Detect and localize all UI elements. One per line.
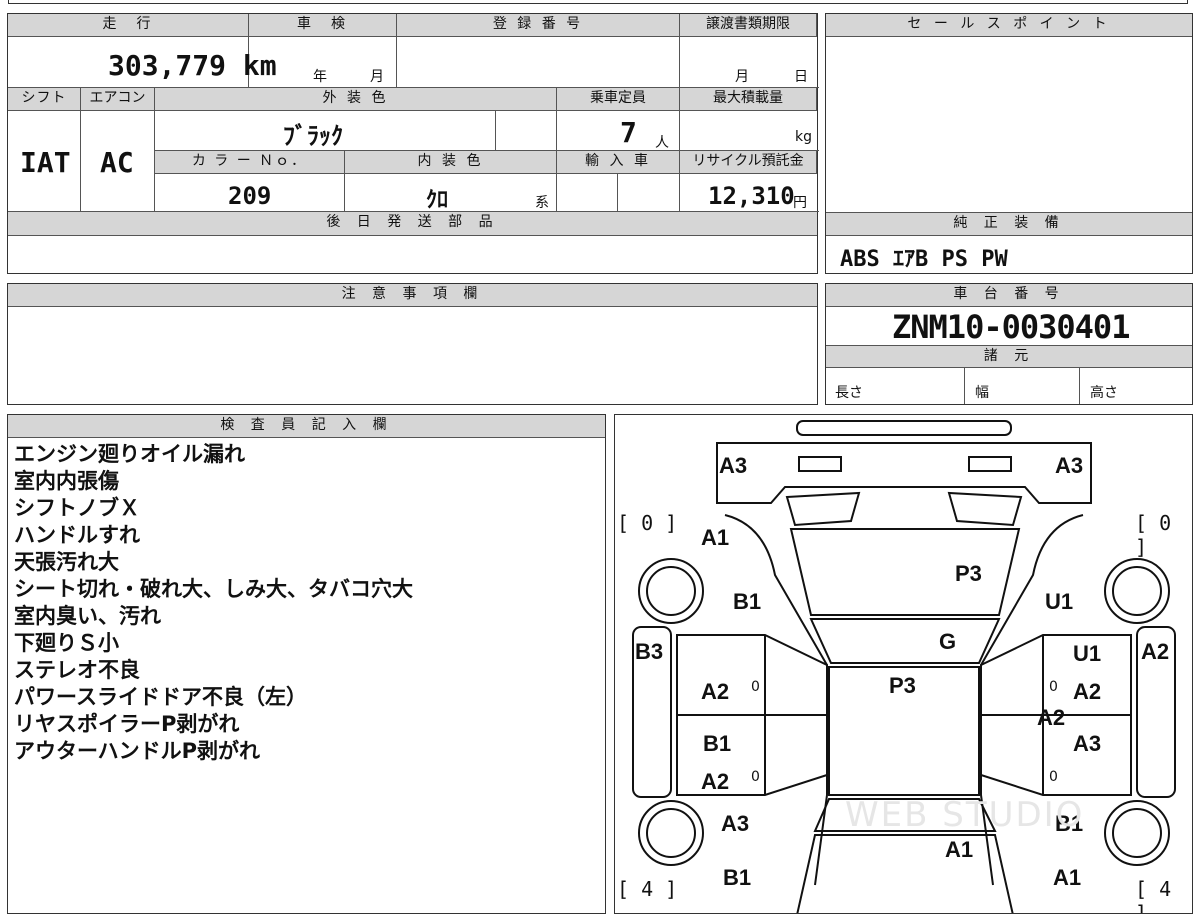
equipment-label: 純 正 装 備 [826,212,1192,236]
mark-p3-hood: P3 [955,561,982,586]
mark-p3-roof: P3 [889,673,916,698]
exterior-extra-cell [496,111,557,151]
mark-a2-side-right: A2 [1141,639,1170,664]
recycle-unit: 円 [793,195,807,211]
zero-mark: 0 [1049,679,1058,695]
interior-color-value: ｸﾛ [426,188,449,213]
mark-a2-door-left-front: A2 [701,679,730,704]
remark-item: 天張汚れ大 [14,550,119,574]
mark-a3-front-left: A3 [719,453,748,478]
inspector-box: 検 査 員 記 入 欄 エンジン廻りオイル漏れ 室内内張傷 シフトノブＸ ハンド… [7,414,606,914]
top-sliver-row [8,0,1188,4]
import-cell-b [618,174,680,212]
chassis-box: 車 台 番 号 ZNM10-0030401 諸 元 長さ 幅 高さ [825,283,1193,405]
sales-point-box: セ ー ル ス ポ イ ン ト 純 正 装 備 ABS ｴｱB PS PW [825,13,1193,274]
mark-u1-fender-right: U1 [1045,589,1074,614]
ac-value: AC [100,146,134,179]
mark-b1-door-left: B1 [703,731,732,756]
mark-g-glass: G [939,629,957,654]
capacity-value: 7 [620,116,637,149]
mark-a1-rear-right: A1 [1053,865,1082,890]
capacity-label: 乗車定員 [557,88,680,111]
sales-point-label: セ ー ル ス ポ イ ン ト [826,14,1192,37]
mark-a2-door-right-front: A2 [1073,679,1102,704]
width-label: 幅 [975,385,989,401]
remark-item: パワースライドドア不良（左） [14,685,307,709]
zero-mark: 0 [751,679,760,695]
remark-item: リヤスポイラーP剥がれ [14,712,240,736]
color-number-value: 209 [228,182,272,210]
interior-color-unit: 系 [535,195,549,211]
chassis-label: 車 台 番 号 [826,284,1192,307]
remark-item: ステレオ不良 [14,658,140,682]
later-parts-label: 後 日 発 送 部 品 [8,212,817,236]
remark-item: 室内臭い、汚れ [14,604,161,628]
mark-b1-rear-left: B1 [723,865,752,890]
damage-diagram: [ 0 ] [ 0 ] [ 4 ] [ 4 ] A3 A3 A1 P3 B1 U… [614,414,1193,914]
import-label: 輸 入 車 [557,151,680,174]
height-label: 高さ [1090,385,1118,401]
exterior-color-label: 外 装 色 [155,88,557,111]
max-load-unit: kg [795,129,812,145]
remark-item: シート切れ・破れ大、しみ大、タバコ穴大 [14,577,413,601]
equipment-value: ABS ｴｱB PS PW [840,247,1008,272]
remark-item: 下廻りＳ小 [14,631,119,655]
tire-rear-left: [ 4 ] [617,877,678,901]
import-cell-a [557,174,618,212]
interior-color-label: 内 装 色 [345,151,557,174]
mileage-label: 走 行 [8,14,249,37]
length-label: 長さ [835,385,863,401]
registration-cell [397,37,680,88]
interior-color-cell [345,174,557,212]
remark-item: 室内内張傷 [14,469,119,493]
mark-u1-door-right: U1 [1073,641,1102,666]
mark-a3-quarter-left: A3 [721,811,750,836]
registration-label: 登 録 番 号 [397,14,680,37]
remark-item: アウターハンドルP剥がれ [14,739,260,763]
shift-label: シフト [8,88,81,111]
chassis-value: ZNM10-0030401 [892,308,1130,346]
mark-a1-trunk: A1 [945,837,974,862]
shift-value: IAT [20,146,71,179]
notes-box: 注 意 事 項 欄 [7,283,818,405]
mark-a2-door-left-rear: A2 [701,769,730,794]
inspector-label: 検 査 員 記 入 欄 [8,415,605,438]
color-number-label: カ ラ ー Ｎｏ． [155,151,345,174]
recycle-value: 12,310 [708,182,795,210]
recycle-label: リサイクル預託金 [680,151,817,174]
inspection-label: 車 検 [249,14,397,37]
car-outline [632,420,1176,913]
transfer-day: 日 [794,69,808,85]
mark-a2-pillar-right: A2 [1037,705,1066,730]
mark-a1-front-left: A1 [701,525,730,550]
mark-b1-fender-left: B1 [733,589,762,614]
watermark: WEB STUDIO [845,795,1085,835]
exterior-color-value: ﾌﾞﾗｯｸ [283,122,343,150]
ac-label: エアコン [81,88,155,111]
inspection-year: 年 [313,69,327,85]
zero-mark: 0 [1049,769,1058,785]
zero-mark: 0 [751,769,760,785]
tire-front-left: [ 0 ] [617,511,678,535]
inspection-month: 月 [370,69,384,85]
remark-item: ハンドルすれ [14,523,140,547]
notes-label: 注 意 事 項 欄 [8,284,817,307]
inspector-remarks: エンジン廻りオイル漏れ 室内内張傷 シフトノブＸ ハンドルすれ 天張汚れ大 シー… [14,441,413,765]
remark-item: エンジン廻りオイル漏れ [14,442,245,466]
max-load-label: 最大積載量 [680,88,817,111]
dimensions-label: 諸 元 [826,345,1192,368]
tire-rear-right: [ 4 ] [1135,877,1172,914]
mark-a3-front-right: A3 [1055,453,1084,478]
remark-item: シフトノブＸ [14,496,140,520]
transfer-deadline-label: 譲渡書類期限 [680,14,817,37]
mark-a3-door-right: A3 [1073,731,1102,756]
transfer-month: 月 [735,69,749,85]
capacity-unit: 人 [655,135,669,151]
vehicle-info-table: 走 行 車 検 登 録 番 号 譲渡書類期限 303,779 km 年 月 月 … [7,13,819,274]
mark-b3-side-left: B3 [635,639,664,664]
tire-front-right: [ 0 ] [1135,511,1172,559]
